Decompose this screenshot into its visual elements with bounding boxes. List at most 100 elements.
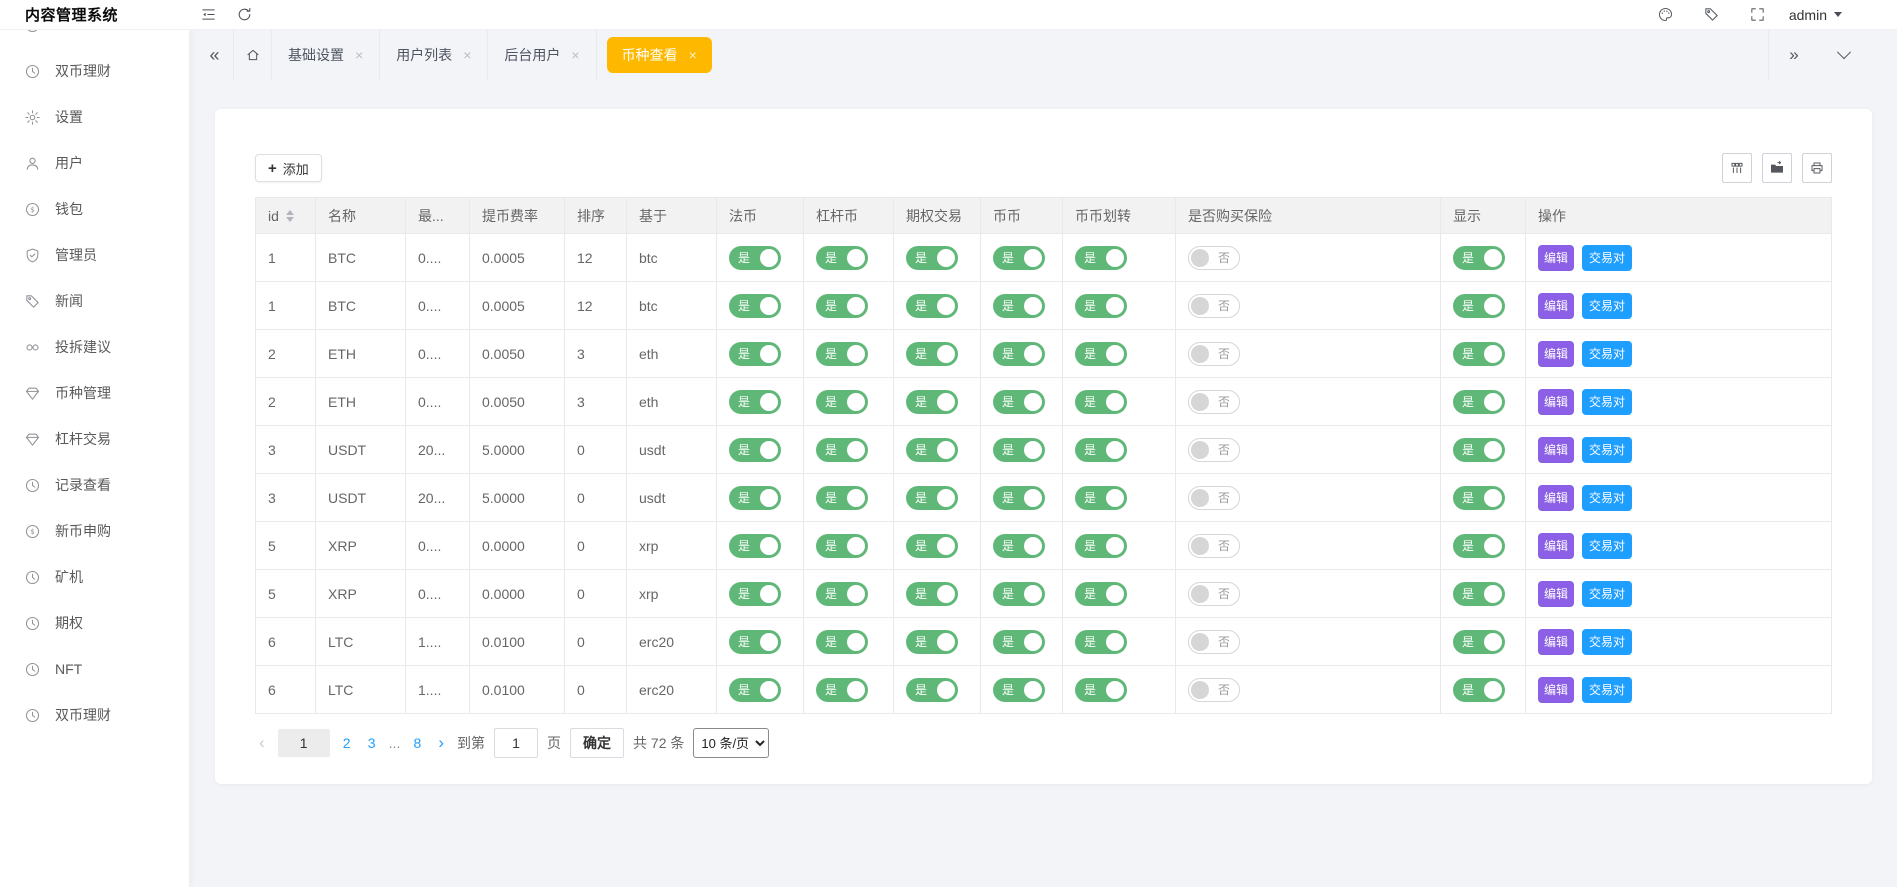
trading-pair-button[interactable]: 交易对 — [1582, 533, 1632, 559]
sidebar-item[interactable]: 双币理财 — [0, 48, 189, 94]
insurance-toggle[interactable]: 否 — [1188, 342, 1240, 366]
page-link[interactable]: 2 — [339, 729, 355, 757]
show-toggle[interactable]: 是 — [1453, 630, 1505, 654]
sidebar-item[interactable]: 记录查看 — [0, 462, 189, 508]
tabs-collapse-button[interactable]: « — [196, 30, 234, 80]
show-toggle[interactable]: 是 — [1453, 342, 1505, 366]
transfer-toggle[interactable]: 是 — [1075, 342, 1127, 366]
close-icon[interactable]: × — [463, 47, 471, 63]
transfer-toggle[interactable]: 是 — [1075, 582, 1127, 606]
coin-toggle[interactable]: 是 — [993, 438, 1045, 462]
theme-button[interactable] — [1643, 0, 1689, 30]
edit-button[interactable]: 编辑 — [1538, 389, 1574, 415]
fiat-toggle[interactable]: 是 — [729, 390, 781, 414]
tab-active[interactable]: 币种查看× — [607, 37, 712, 73]
option-toggle[interactable]: 是 — [906, 678, 958, 702]
page-link[interactable]: 8 — [409, 729, 425, 757]
insurance-toggle[interactable]: 否 — [1188, 582, 1240, 606]
page-current[interactable]: 1 — [278, 729, 330, 757]
lever-toggle[interactable]: 是 — [816, 294, 868, 318]
coin-toggle[interactable]: 是 — [993, 534, 1045, 558]
user-menu[interactable]: admin — [1789, 7, 1842, 23]
goto-page-input[interactable] — [494, 728, 538, 758]
print-button[interactable] — [1802, 153, 1832, 183]
transfer-toggle[interactable]: 是 — [1075, 534, 1127, 558]
sidebar-item[interactable]: 矿机 — [0, 554, 189, 600]
option-toggle[interactable]: 是 — [906, 630, 958, 654]
tab-item[interactable]: 基础设置× — [272, 30, 380, 80]
trading-pair-button[interactable]: 交易对 — [1582, 485, 1632, 511]
page-link[interactable]: 3 — [364, 729, 380, 757]
edit-button[interactable]: 编辑 — [1538, 581, 1574, 607]
sidebar-item[interactable]: 新币申购 — [0, 508, 189, 554]
option-toggle[interactable]: 是 — [906, 390, 958, 414]
fiat-toggle[interactable]: 是 — [729, 246, 781, 270]
fullscreen-button[interactable] — [1735, 0, 1781, 30]
edit-button[interactable]: 编辑 — [1538, 293, 1574, 319]
fiat-toggle[interactable]: 是 — [729, 582, 781, 606]
coin-toggle[interactable]: 是 — [993, 486, 1045, 510]
edit-button[interactable]: 编辑 — [1538, 485, 1574, 511]
filter-columns-button[interactable] — [1722, 153, 1752, 183]
trading-pair-button[interactable]: 交易对 — [1582, 677, 1632, 703]
sidebar-item[interactable]: 币种管理 — [0, 370, 189, 416]
home-tab-button[interactable] — [234, 30, 272, 80]
sidebar-item[interactable] — [0, 30, 189, 48]
lever-toggle[interactable]: 是 — [816, 390, 868, 414]
page-size-select[interactable]: 10 条/页 — [693, 728, 769, 758]
sidebar-item[interactable]: 新闻 — [0, 278, 189, 324]
trading-pair-button[interactable]: 交易对 — [1582, 389, 1632, 415]
sidebar-item[interactable]: 双币理财 — [0, 692, 189, 738]
edit-button[interactable]: 编辑 — [1538, 341, 1574, 367]
show-toggle[interactable]: 是 — [1453, 246, 1505, 270]
show-toggle[interactable]: 是 — [1453, 438, 1505, 462]
edit-button[interactable]: 编辑 — [1538, 533, 1574, 559]
close-icon[interactable]: × — [571, 47, 579, 63]
sidebar-item[interactable]: 用户 — [0, 140, 189, 186]
transfer-toggle[interactable]: 是 — [1075, 486, 1127, 510]
lever-toggle[interactable]: 是 — [816, 582, 868, 606]
insurance-toggle[interactable]: 否 — [1188, 678, 1240, 702]
option-toggle[interactable]: 是 — [906, 582, 958, 606]
close-icon[interactable]: × — [689, 47, 697, 63]
coin-toggle[interactable]: 是 — [993, 630, 1045, 654]
edit-button[interactable]: 编辑 — [1538, 245, 1574, 271]
insurance-toggle[interactable]: 否 — [1188, 246, 1240, 270]
show-toggle[interactable]: 是 — [1453, 534, 1505, 558]
coin-toggle[interactable]: 是 — [993, 294, 1045, 318]
fiat-toggle[interactable]: 是 — [729, 486, 781, 510]
option-toggle[interactable]: 是 — [906, 294, 958, 318]
lever-toggle[interactable]: 是 — [816, 486, 868, 510]
option-toggle[interactable]: 是 — [906, 246, 958, 270]
show-toggle[interactable]: 是 — [1453, 582, 1505, 606]
sidebar-item[interactable]: 杠杆交易 — [0, 416, 189, 462]
insurance-toggle[interactable]: 否 — [1188, 486, 1240, 510]
transfer-toggle[interactable]: 是 — [1075, 246, 1127, 270]
lever-toggle[interactable]: 是 — [816, 438, 868, 462]
trading-pair-button[interactable]: 交易对 — [1582, 341, 1632, 367]
coin-toggle[interactable]: 是 — [993, 390, 1045, 414]
insurance-toggle[interactable]: 否 — [1188, 390, 1240, 414]
sidebar-item[interactable]: 设置 — [0, 94, 189, 140]
edit-button[interactable]: 编辑 — [1538, 629, 1574, 655]
show-toggle[interactable]: 是 — [1453, 678, 1505, 702]
edit-button[interactable]: 编辑 — [1538, 437, 1574, 463]
sidebar-item[interactable]: 管理员 — [0, 232, 189, 278]
edit-button[interactable]: 编辑 — [1538, 677, 1574, 703]
insurance-toggle[interactable]: 否 — [1188, 438, 1240, 462]
show-toggle[interactable]: 是 — [1453, 486, 1505, 510]
show-toggle[interactable]: 是 — [1453, 390, 1505, 414]
sidebar-item[interactable]: 钱包 — [0, 186, 189, 232]
refresh-button[interactable] — [226, 0, 262, 30]
lever-toggle[interactable]: 是 — [816, 246, 868, 270]
lever-toggle[interactable]: 是 — [816, 630, 868, 654]
tabs-menu-button[interactable] — [1819, 30, 1869, 80]
insurance-toggle[interactable]: 否 — [1188, 630, 1240, 654]
fiat-toggle[interactable]: 是 — [729, 294, 781, 318]
sidebar-item[interactable]: NFT — [0, 646, 189, 692]
add-button[interactable]: + 添加 — [255, 154, 322, 182]
show-toggle[interactable]: 是 — [1453, 294, 1505, 318]
option-toggle[interactable]: 是 — [906, 486, 958, 510]
lever-toggle[interactable]: 是 — [816, 342, 868, 366]
coin-toggle[interactable]: 是 — [993, 582, 1045, 606]
